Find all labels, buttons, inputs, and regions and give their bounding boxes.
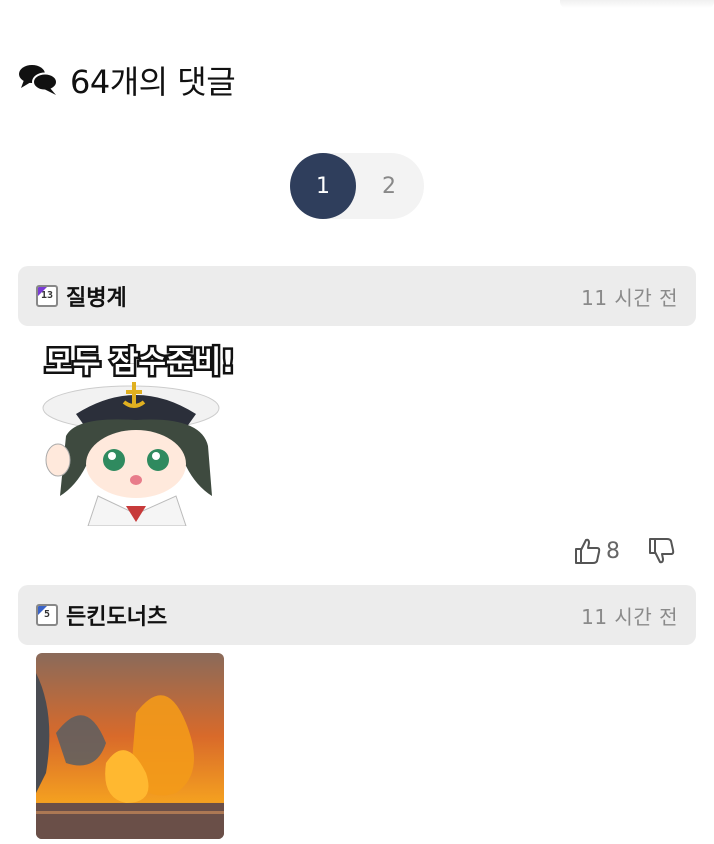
comments-header: 64개의 댓글	[18, 58, 236, 102]
comment-author[interactable]: 13 질병계	[36, 280, 127, 312]
like-count: 8	[606, 538, 620, 564]
pagination: 1 2	[290, 153, 424, 219]
top-divider	[560, 0, 714, 8]
page-2-button[interactable]: 2	[356, 153, 422, 219]
level-badge-icon: 13	[36, 285, 58, 307]
thumbs-up-icon[interactable]	[572, 536, 602, 566]
speech-bubbles-icon	[19, 65, 58, 95]
comments-count-title: 64개의 댓글	[70, 63, 236, 101]
comment-item: 13 질병계 11 시간 전 모두 잠수준비! 8	[18, 266, 696, 566]
comment-time: 11 시간 전	[581, 285, 678, 310]
comment-item: 5 든킨도너츠 11 시간 전	[18, 585, 696, 844]
comment-time: 11 시간 전	[581, 604, 678, 629]
comment-header: 13 질병계 11 시간 전	[18, 266, 696, 326]
comment-header: 5 든킨도너츠 11 시간 전	[18, 585, 696, 645]
sticker-text: 모두 잠수준비!	[45, 345, 235, 380]
author-name[interactable]: 질병계	[66, 280, 127, 312]
vote-bar: 8	[572, 536, 676, 566]
level-badge-icon: 5	[36, 604, 58, 626]
page-1-button[interactable]: 1	[290, 153, 356, 219]
author-name[interactable]: 든킨도너츠	[66, 599, 167, 631]
thumbs-down-icon[interactable]	[646, 536, 676, 566]
comment-author[interactable]: 5 든킨도너츠	[36, 599, 167, 631]
sticker-image[interactable]: 모두 잠수준비!	[36, 336, 246, 526]
comment-image[interactable]	[36, 653, 224, 839]
